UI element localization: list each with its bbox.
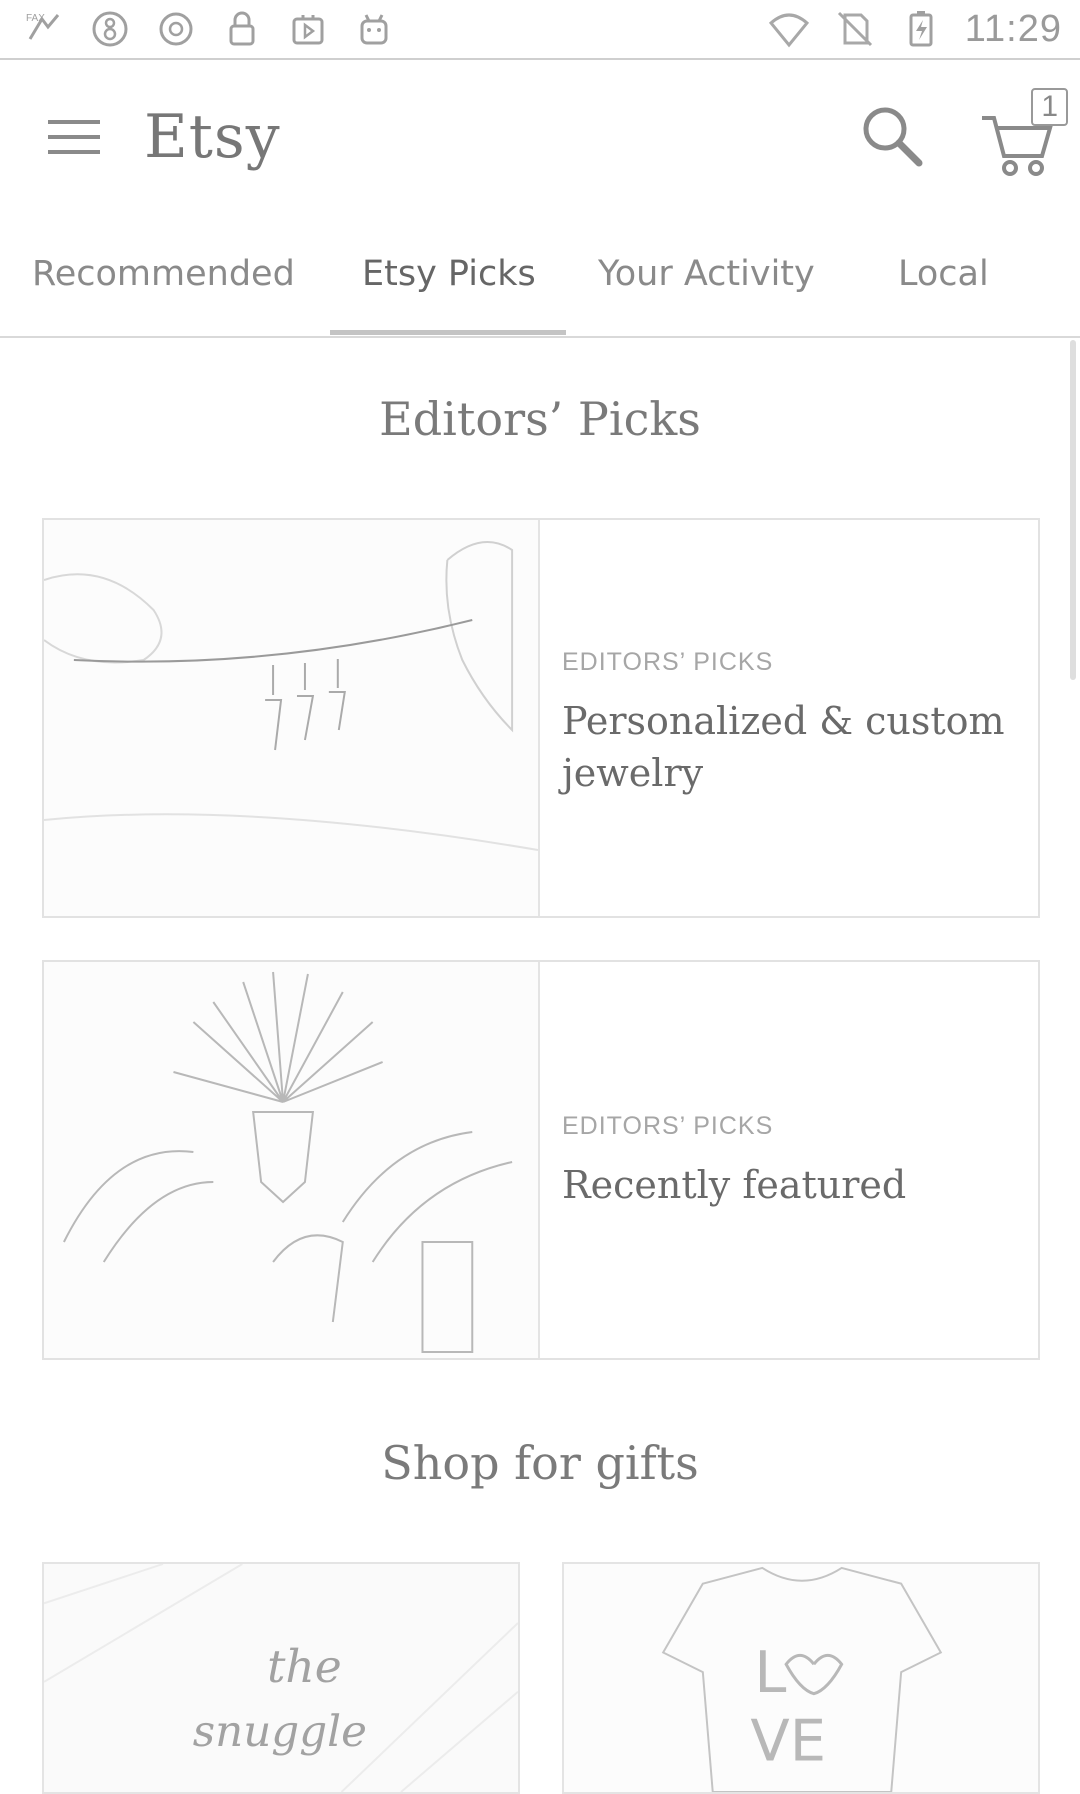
wifi-icon: [767, 7, 811, 51]
home-tabs: Recommended Etsy Picks Your Activity Loc…: [0, 232, 1080, 338]
tab-your-activity[interactable]: Your Activity: [598, 254, 815, 294]
status-bar: FAX 11:29: [0, 0, 1080, 60]
shop-for-gifts-heading: Shop for gifts: [381, 1436, 699, 1490]
gift-image-text: L: [754, 1639, 786, 1706]
gift-image-text: the: [267, 1640, 342, 1693]
card-title: Personalized & custom jewelry: [562, 699, 1005, 795]
tab-local[interactable]: Local: [898, 254, 989, 294]
status-time: 11:29: [964, 7, 1062, 50]
menu-button[interactable]: [38, 106, 110, 168]
status-bar-left: FAX: [22, 7, 396, 51]
lock-icon: [220, 7, 264, 51]
search-button[interactable]: [852, 96, 932, 176]
love-tshirt-image: L VE: [564, 1564, 1038, 1792]
number-8-icon: [88, 7, 132, 51]
snuggle-print-image: the snuggle: [44, 1564, 518, 1792]
etsy-logo[interactable]: Etsy: [144, 102, 281, 172]
card-text: EDITORS’ PICKS Recently featured: [562, 1112, 1022, 1211]
card-kicker: EDITORS’ PICKS: [562, 1112, 774, 1140]
search-icon: [863, 107, 923, 167]
fax-icon: FAX: [22, 7, 66, 51]
gift-image-text: VE: [750, 1708, 826, 1775]
cart-count-badge: 1: [1031, 88, 1068, 126]
circle-icon: [154, 7, 198, 51]
hamburger-menu-icon: [48, 120, 100, 154]
tab-recommended[interactable]: Recommended: [32, 254, 295, 294]
gift-item-snuggle[interactable]: the snuggle: [42, 1562, 520, 1794]
battery-charging-icon: [899, 7, 943, 51]
scrollbar[interactable]: [1070, 340, 1076, 680]
gift-item-love-shirt[interactable]: L VE: [562, 1562, 1040, 1794]
jewelry-image: [44, 520, 540, 916]
gift-image-text: snuggle: [193, 1707, 367, 1757]
svg-text:FAX: FAX: [26, 13, 45, 24]
active-tab-indicator: [330, 330, 566, 335]
no-sim-icon: [833, 7, 877, 51]
editors-picks-heading: Editors’ Picks: [379, 392, 701, 446]
app-bar: Etsy 1: [0, 62, 1080, 214]
status-bar-right: 11:29: [767, 7, 1062, 51]
tab-etsy-picks[interactable]: Etsy Picks: [362, 254, 536, 294]
android-icon: [352, 7, 396, 51]
editors-pick-card-recently-featured[interactable]: EDITORS’ PICKS Recently featured: [42, 960, 1040, 1360]
cart-button[interactable]: 1: [978, 84, 1074, 180]
play-store-icon: [286, 7, 330, 51]
editors-pick-card-jewelry[interactable]: EDITORS’ PICKS Personalized & custom jew…: [42, 518, 1040, 918]
plants-image: [44, 962, 540, 1358]
card-text: EDITORS’ PICKS Personalized & custom jew…: [562, 648, 1022, 799]
card-title: Recently featured: [562, 1163, 907, 1207]
card-kicker: EDITORS’ PICKS: [562, 648, 774, 676]
